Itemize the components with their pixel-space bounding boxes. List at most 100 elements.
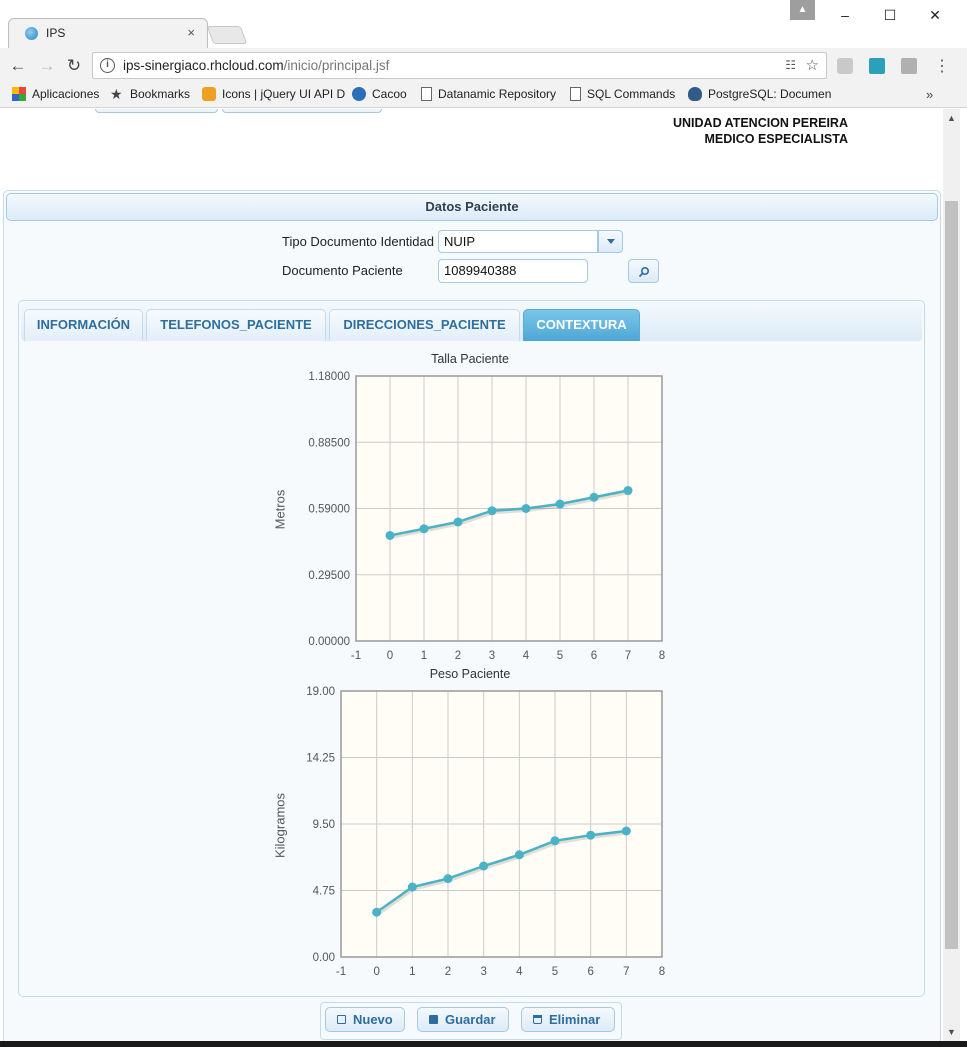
tab-title: IPS [46,26,66,40]
globe-icon [25,27,38,40]
cacoo-icon [352,87,366,101]
document-icon [421,87,432,101]
x-tick-label: 6 [587,966,593,978]
tab-contextura[interactable]: CONTEXTURA [523,309,640,341]
tab-telefonos[interactable]: TELEFONOS_PACIENTE [146,309,326,341]
talla-chart: 0.00000 0.29500 0.59000 0.88500 1.18000 -1 0 1 2… [308,371,665,662]
panel-title: Datos Paciente [6,193,938,221]
x-tick-label: 8 [659,966,665,978]
documento-paciente-input[interactable]: 1089940388 [438,259,588,283]
x-tick-label: 4 [516,966,523,978]
data-point [521,504,531,513]
data-point [407,882,417,892]
bookmark-item[interactable]: PostgreSQL: Documen [688,87,831,101]
new-window-icon [337,1015,346,1024]
chart-title-peso: Peso Paciente [429,667,511,681]
x-tick-label: 5 [557,650,563,662]
bookmarks-overflow-button[interactable]: » [926,87,933,102]
address-bar[interactable]: i ips-sinergiaco.rhcloud.com/inicio/prin… [92,52,827,79]
menu-button[interactable] [95,109,218,113]
info-icon[interactable]: i [100,58,115,73]
y-tick-label: 19.00 [306,686,335,698]
x-tick-label: 4 [523,650,530,662]
forward-icon[interactable]: → [37,56,57,76]
guardar-button[interactable]: Guardar [417,1007,509,1032]
cacoo-extension-icon[interactable] [869,58,885,74]
tab-nav: INFORMACIÓN TELEFONOS_PACIENTE DIRECCION… [21,303,922,341]
jquery-icon [202,87,216,101]
bookmark-item[interactable]: Aplicaciones [12,87,99,101]
y-tick-label: 0.00 [313,952,335,964]
data-point [385,530,395,540]
data-point [487,506,497,516]
scroll-up-arrow[interactable]: ▲ [943,113,960,123]
back-icon[interactable]: ← [8,56,28,76]
unit-name: UNIDAD ATENCION PEREIRA [672,116,848,130]
dropdown-trigger[interactable] [598,230,623,253]
x-tick-label: 7 [625,650,631,662]
browser-window: IPS × ▲ – ☐ ✕ ← → ↻ i ips-sinergiaco.rhc… [0,0,967,1047]
data-point [514,850,524,860]
tipo-documento-value[interactable]: NUIP [438,230,598,253]
menu-button[interactable] [222,109,382,113]
search-button[interactable] [628,259,659,283]
data-point [479,861,489,871]
bookmark-item[interactable]: SQL Commands [570,87,675,101]
url-text[interactable]: ips-sinergiaco.rhcloud.com/inicio/princi… [123,58,389,73]
reload-icon[interactable]: ↻ [64,56,84,76]
close-window-button[interactable]: ✕ [912,4,958,26]
x-tick-label: 0 [387,650,393,662]
trash-icon [533,1015,542,1024]
extension-icon[interactable] [837,58,853,74]
page-scrollbar[interactable]: ▲ ▼ [943,109,960,1041]
menu-icon[interactable]: ⋮ [934,56,950,76]
x-tick-label: 1 [421,650,427,662]
tipo-documento-select[interactable]: NUIP [438,230,623,253]
x-tick-label: -1 [351,650,361,662]
translate-icon[interactable]: ☷ [785,58,796,72]
bookmark-item[interactable]: Icons | jQuery UI API D [202,87,345,101]
star-icon: ★ [110,86,123,102]
y-tick-label: 0.00000 [308,636,350,648]
y-tick-label: 14.25 [306,753,335,765]
y-tick-label: 1.18000 [308,371,350,383]
data-point [550,836,560,846]
bookmark-item[interactable]: Cacoo [352,87,407,101]
x-tick-label: 2 [455,650,461,662]
new-tab-button[interactable] [206,26,248,44]
tab-direcciones[interactable]: DIRECCIONES_PACIENTE [329,309,520,341]
y-axis-label-peso: Kilogramos [272,792,288,859]
y-tick-label: 0.29500 [308,570,350,582]
minimize-button[interactable]: – [822,4,868,26]
action-bar: Nuevo Guardar Eliminar [320,1002,622,1040]
x-tick-label: 7 [623,966,629,978]
search-icon [638,266,650,278]
data-point [586,830,596,840]
x-tick-label: 0 [373,966,379,978]
data-point [453,517,463,527]
nuevo-button[interactable]: Nuevo [325,1007,405,1032]
data-point [443,874,453,884]
x-tick-label: -1 [336,966,346,978]
maximize-button[interactable]: ☐ [867,4,913,26]
scrollbar-thumb[interactable] [945,201,958,949]
x-tick-label: 1 [409,966,415,978]
y-tick-label: 0.59000 [308,504,350,516]
disk-icon [429,1015,438,1024]
eliminar-button[interactable]: Eliminar [521,1007,615,1032]
x-tick-label: 5 [552,966,558,978]
x-tick-label: 8 [659,650,665,662]
title-bar: IPS × ▲ – ☐ ✕ [0,0,967,48]
bookmark-item[interactable]: Datanamic Repository [421,87,556,101]
profile-icon[interactable]: ▲ [790,0,815,20]
data-point [589,492,599,502]
close-icon[interactable]: × [187,25,195,40]
bookmark-item[interactable]: ★ Bookmarks [110,87,190,101]
y-axis-label-talla: Metros [272,489,288,530]
pdf-extension-icon[interactable] [901,58,917,74]
browser-tab[interactable]: IPS × [8,18,208,48]
y-tick-label: 0.88500 [308,437,350,449]
scroll-down-arrow[interactable]: ▼ [943,1027,960,1037]
bookmark-star-icon[interactable]: ☆ [806,56,819,74]
tab-informacion[interactable]: INFORMACIÓN [24,309,143,341]
